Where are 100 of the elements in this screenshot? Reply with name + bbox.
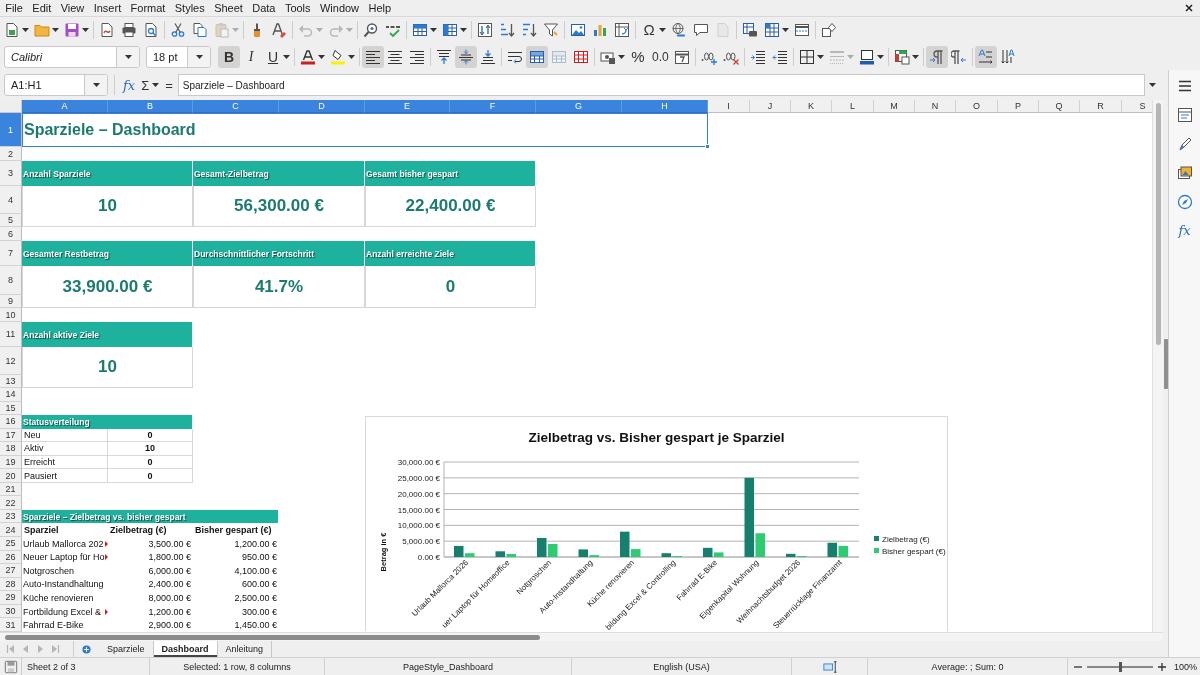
caret-icon[interactable] <box>782 28 789 32</box>
caret-icon[interactable] <box>318 54 325 59</box>
menu-item[interactable]: Sheet <box>209 0 248 16</box>
merge-center-button[interactable] <box>526 45 548 68</box>
caret-icon[interactable] <box>283 54 290 59</box>
column-header[interactable]: E <box>365 100 450 113</box>
row-header[interactable]: 2 <box>0 147 22 161</box>
dropdown-button[interactable] <box>187 46 210 67</box>
caret-icon[interactable] <box>124 54 132 59</box>
row-header[interactable]: 18 <box>0 442 22 456</box>
percent-button[interactable]: % <box>627 45 649 68</box>
dropdown-button[interactable] <box>116 46 139 67</box>
column-header[interactable]: F <box>450 100 536 113</box>
row-header[interactable]: 7 <box>0 241 22 266</box>
functions-button[interactable]: fx <box>1178 223 1191 239</box>
row-header[interactable]: 10 <box>0 308 22 322</box>
row-header[interactable]: 31 <box>0 618 22 632</box>
caret-icon[interactable] <box>152 83 160 87</box>
caret-icon[interactable] <box>430 28 437 32</box>
column-header[interactable]: M <box>874 100 915 113</box>
dropdown-button[interactable] <box>84 75 107 95</box>
row-header[interactable]: 9 <box>0 295 22 308</box>
menu-icon[interactable] <box>1176 78 1193 94</box>
menu-item[interactable]: Data <box>247 0 281 16</box>
row-header[interactable]: 29 <box>0 591 22 605</box>
function-wizard-button[interactable]: fx <box>120 74 139 96</box>
row-header[interactable]: 14 <box>0 388 22 402</box>
formula-input[interactable]: Sparziele – Dashboard <box>177 74 1145 96</box>
row-header[interactable]: 3 <box>0 161 22 186</box>
center-vertically-button[interactable] <box>455 45 477 68</box>
column-header[interactable]: H <box>622 100 708 113</box>
panel-icon[interactable] <box>1176 107 1193 123</box>
menu-item[interactable]: View <box>55 0 89 16</box>
menu-item[interactable]: Edit <box>27 0 56 16</box>
underline-button[interactable]: U <box>262 45 292 68</box>
caret-icon[interactable] <box>618 54 625 59</box>
caret-icon[interactable] <box>195 54 203 59</box>
scrollbar-thumb[interactable] <box>5 635 540 640</box>
column-header[interactable]: C <box>193 100 279 113</box>
column-header[interactable]: S <box>1122 100 1152 113</box>
menu-item[interactable]: Tools <box>280 0 316 16</box>
row-header[interactable]: 1 <box>0 113 22 147</box>
column-header[interactable]: D <box>279 100 365 113</box>
column-header[interactable]: N <box>915 100 956 113</box>
caret-icon[interactable] <box>912 54 919 59</box>
caret-icon[interactable] <box>817 54 824 59</box>
row-header[interactable]: 22 <box>0 496 22 510</box>
row-header[interactable]: 12 <box>0 347 22 375</box>
rectangle-cursor-icon[interactable] <box>822 659 837 674</box>
column-header[interactable]: Q <box>1039 100 1080 113</box>
row-header[interactable]: 13 <box>0 375 22 388</box>
plus-icon[interactable] <box>1158 662 1166 671</box>
italic-button[interactable]: I <box>240 45 262 68</box>
column-header[interactable]: G <box>536 100 622 113</box>
menu-item[interactable]: Help <box>363 0 396 16</box>
row-header[interactable]: 8 <box>0 266 22 295</box>
menu-item[interactable]: Styles <box>170 0 210 16</box>
pen-icon[interactable] <box>1176 136 1193 152</box>
caret-icon[interactable] <box>52 28 59 32</box>
formula-button[interactable]: = <box>162 74 176 96</box>
slider-thumb[interactable] <box>1118 661 1122 672</box>
menu-item[interactable]: Insert <box>89 0 126 16</box>
caret-icon[interactable] <box>92 83 100 87</box>
horizontal-scrollbar[interactable] <box>0 632 1163 641</box>
name-box[interactable]: A1:H1 <box>4 74 108 96</box>
column-header[interactable]: L <box>832 100 874 113</box>
plus-icon[interactable] <box>82 644 91 654</box>
cell-selection[interactable]: Sparziele – Dashboard <box>22 113 708 147</box>
caret-icon[interactable] <box>1149 83 1156 87</box>
bold-button[interactable]: B <box>218 45 240 68</box>
caret-icon[interactable] <box>348 54 355 59</box>
caret-icon[interactable] <box>22 28 29 32</box>
menu-item[interactable]: Window <box>315 0 364 16</box>
sum-button[interactable]: Σ <box>138 74 163 96</box>
row-header[interactable]: 25 <box>0 537 22 551</box>
horizontal-text-button[interactable] <box>975 45 997 68</box>
column-header[interactable]: J <box>750 100 791 113</box>
row-header[interactable]: 5 <box>0 214 22 227</box>
column-header[interactable]: B <box>108 100 193 113</box>
row-header[interactable]: 27 <box>0 564 22 578</box>
font-name-box[interactable]: Calibri <box>4 45 140 68</box>
sheet-tab[interactable]: Dashboard <box>153 641 218 657</box>
font-size-box[interactable]: 18 pt <box>146 45 211 68</box>
sidebar-handle[interactable] <box>1163 338 1168 389</box>
vertical-scrollbar[interactable] <box>1152 100 1163 632</box>
left-to-right-button[interactable] <box>926 45 948 68</box>
row-header[interactable]: 6 <box>0 227 22 241</box>
close-icon[interactable] <box>1185 4 1193 12</box>
special-character-button[interactable]: Ω <box>638 19 668 41</box>
fill-handle[interactable] <box>705 144 710 149</box>
row-header[interactable]: 4 <box>0 186 22 214</box>
compass-icon[interactable] <box>1176 194 1193 210</box>
row-header[interactable]: 20 <box>0 469 22 483</box>
align-left-button[interactable] <box>362 45 384 68</box>
row-header[interactable]: 16 <box>0 415 22 429</box>
column-header[interactable]: K <box>791 100 832 113</box>
caret-icon[interactable] <box>460 28 467 32</box>
menu-item[interactable]: File <box>0 0 28 16</box>
column-header[interactable]: O <box>956 100 998 113</box>
scrollbar-thumb[interactable] <box>1156 103 1161 345</box>
